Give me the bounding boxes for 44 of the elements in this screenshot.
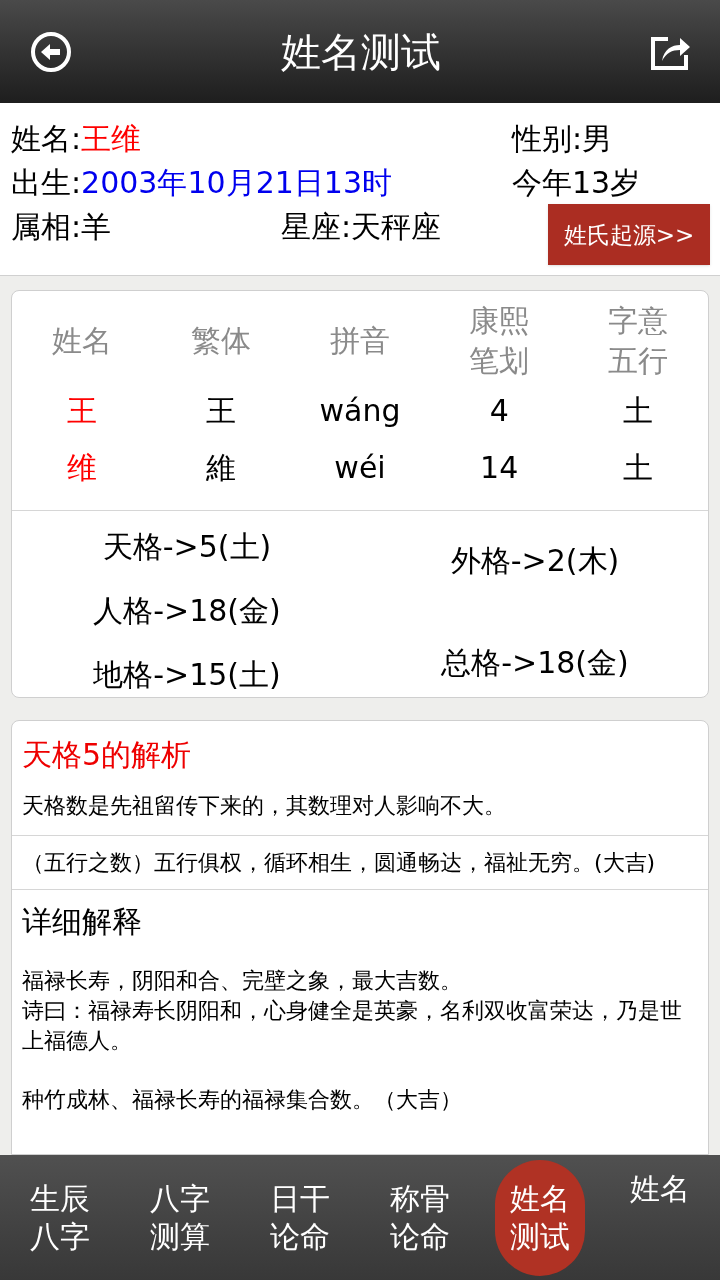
- table-cell-text: 王: [66, 392, 97, 430]
- grid-value: 天格->5(土): [102, 528, 272, 566]
- table-cell-text: 14: [480, 449, 519, 487]
- birth-label: 出生:: [11, 164, 82, 202]
- table-cell-text: 维: [66, 449, 97, 487]
- name-label: 姓名:: [11, 120, 82, 158]
- grid-value: 外格->2(木): [450, 542, 620, 580]
- analysis-title: 天格5的解析: [22, 736, 193, 774]
- nav-tab[interactable]: 称骨 论命: [375, 1159, 465, 1276]
- gender-text: 性别:男: [512, 120, 613, 158]
- column-header: 繁体: [189, 321, 252, 360]
- surname-origin-button[interactable]: 姓氏起源>>: [548, 204, 710, 265]
- intro-text: 天格数是先祖留传下来的，其数理对人影响不大。: [22, 792, 507, 820]
- column-header: 拼音: [329, 321, 391, 360]
- nav-tab[interactable]: 日干 论命: [255, 1159, 345, 1276]
- nav-tab[interactable]: 八字 测算: [135, 1159, 225, 1276]
- wuxing-text: （五行之数）五行俱权，循环相生，圆通畅达，福祉无穷。(大吉): [12, 836, 708, 890]
- column-header: 字意五行: [607, 301, 670, 380]
- table-cell-text: 土: [623, 449, 654, 487]
- table-cell-text: 4: [489, 392, 509, 430]
- table-cell-text: wéi: [334, 449, 386, 487]
- name-value: 王维: [81, 120, 142, 158]
- nav-tab[interactable]: 姓名: [615, 1159, 705, 1276]
- table-cell-text: 土: [623, 392, 654, 430]
- nav-tab[interactable]: 姓名 测试: [495, 1159, 585, 1276]
- table-cell-text: 王: [205, 392, 236, 430]
- table-cell-text: wáng: [319, 392, 401, 430]
- age-text: 今年13岁: [512, 164, 641, 202]
- grid-value: 总格->18(金): [441, 644, 629, 682]
- back-icon[interactable]: [30, 30, 72, 73]
- detail-text: 种竹成林、福禄长寿的福禄集合数。（大吉）: [22, 1086, 463, 1114]
- screen-title: 姓名测试: [281, 27, 441, 77]
- detail-text: 福禄长寿，阴阳和合、完壁之象，最大吉数。: [22, 967, 463, 995]
- birth-value: 2003年10月21日13时: [81, 164, 392, 202]
- detail-text: 诗曰：福禄寿长阴阳和，心身健全是英豪，名利双收富荣达，乃是世上福德人。: [22, 997, 683, 1055]
- grid-value: 人格->18(金): [93, 592, 281, 630]
- column-header: 姓名: [50, 321, 113, 360]
- constellation-text: 星座:天秤座: [281, 208, 442, 246]
- nav-tab[interactable]: 生辰 八字: [15, 1159, 105, 1276]
- grid-value: 地格->15(土): [93, 656, 281, 694]
- zodiac-text: 属相:羊: [11, 208, 113, 246]
- column-header: 康熙笔划: [468, 301, 531, 380]
- table-cell-text: 維: [205, 449, 236, 487]
- detail-title: 详细解释: [22, 903, 143, 941]
